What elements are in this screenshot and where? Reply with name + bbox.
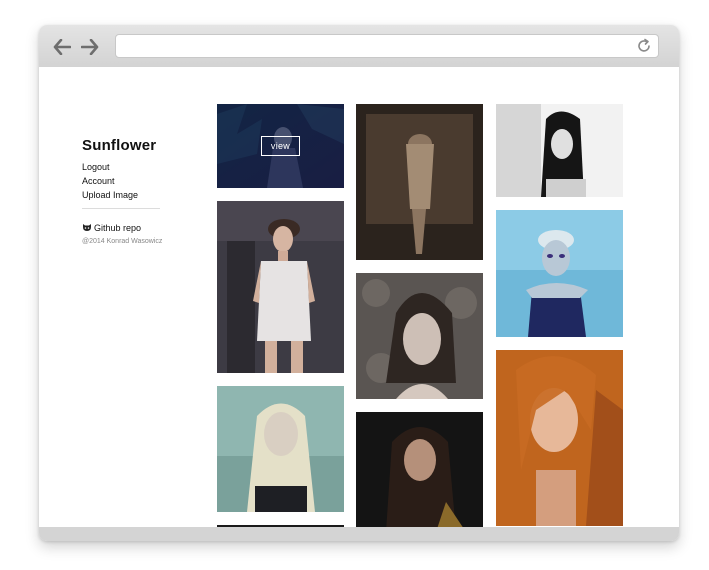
upload-image-link[interactable]: Upload Image	[82, 188, 172, 202]
view-button[interactable]: view	[260, 136, 301, 156]
sidebar-divider	[82, 208, 160, 209]
photo-woman-white-dress	[217, 201, 344, 373]
gallery-image-bw-portrait[interactable]	[496, 104, 623, 197]
browser-bottom-bar	[39, 527, 679, 541]
github-octocat-icon	[83, 224, 91, 231]
reload-icon	[638, 38, 650, 52]
photo-redhead-woman	[496, 350, 623, 526]
reload-button[interactable]	[636, 38, 652, 54]
photo-blonde-woman	[217, 386, 344, 512]
browser-window: Sunflower Logout Account Upload Image Gi…	[39, 25, 679, 541]
gallery-image-sepia-figure[interactable]	[356, 104, 483, 260]
gallery-image-blue-portrait[interactable]	[496, 210, 623, 337]
gallery-image-blonde-portrait[interactable]	[217, 386, 344, 512]
gallery-image-forest[interactable]: view	[217, 104, 344, 188]
logout-link[interactable]: Logout	[82, 160, 172, 174]
gallery-image-lace-portrait[interactable]	[356, 273, 483, 399]
browser-toolbar	[39, 25, 679, 68]
gallery-image-portrait-white-dress[interactable]	[217, 201, 344, 373]
back-button[interactable]	[51, 36, 73, 58]
photo-woman-dark-hair	[356, 412, 483, 527]
arrow-right-icon	[81, 39, 99, 55]
github-repo-link[interactable]: Github repo	[82, 223, 172, 233]
photo-woman-lace-bg	[356, 273, 483, 399]
page-content: Sunflower Logout Account Upload Image Gi…	[39, 67, 679, 527]
gallery-image-dark-hair-portrait[interactable]	[356, 412, 483, 527]
photo-bw-woman	[496, 104, 623, 197]
photo-sepia-figure	[356, 104, 483, 260]
brand-title: Sunflower	[82, 137, 157, 154]
arrow-left-icon	[53, 39, 71, 55]
address-bar[interactable]	[115, 34, 659, 58]
copyright-text: @2014 Konrad Wasowicz	[82, 238, 163, 245]
account-link[interactable]: Account	[82, 174, 172, 188]
image-hover-overlay: view	[217, 104, 344, 188]
github-repo-label: Github repo	[94, 223, 142, 233]
forward-button[interactable]	[79, 36, 101, 58]
sidebar: Sunflower Logout Account Upload Image Gi…	[82, 137, 172, 245]
photo-blue-tinted-woman	[496, 210, 623, 337]
gallery-image-redhead-portrait[interactable]	[496, 350, 623, 526]
